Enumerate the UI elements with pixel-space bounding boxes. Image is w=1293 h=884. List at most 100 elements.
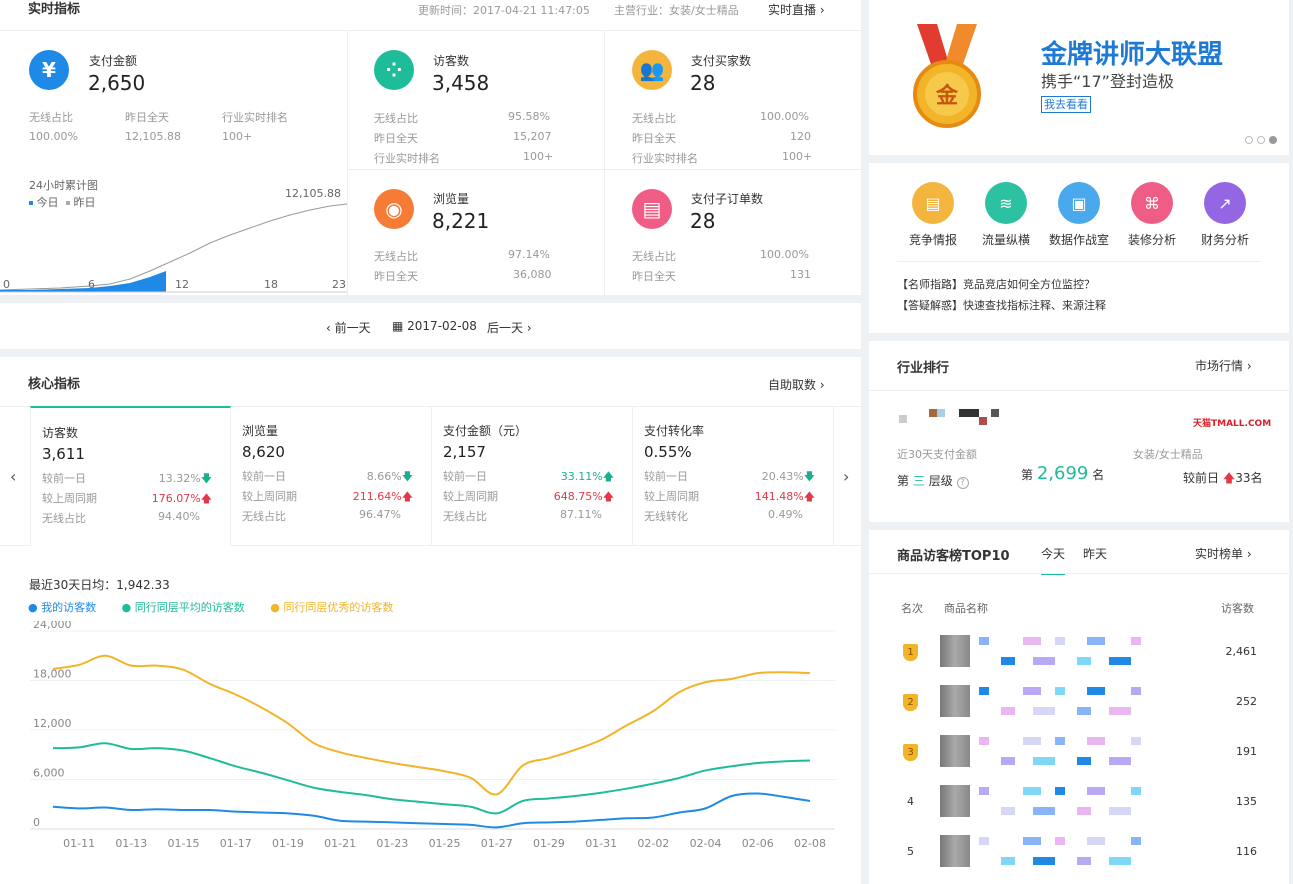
x-tick-label: 01-27 (481, 837, 513, 850)
col-name-header: 商品名称 (944, 602, 988, 615)
rank-number: 2 (907, 697, 914, 708)
blurred-title-block (1023, 687, 1041, 695)
chart24-tick-6: 6 (88, 278, 95, 291)
core-link[interactable]: 自助取数 › (768, 376, 825, 393)
help-icon[interactable]: ? (956, 477, 969, 489)
rank-title: 行业排行 (897, 361, 950, 376)
visits-value: 2,461 (1225, 645, 1258, 658)
carousel-dot-3[interactable] (1269, 136, 1277, 144)
core-panel: 核心指标 自助取数 › ‹ › 访客数 3,611 较前一日 13.32%🡇 较… (0, 357, 861, 884)
series-line-0[interactable] (52, 792, 811, 829)
table-row[interactable]: 4 135 (869, 777, 1289, 821)
blurred-title-block (1077, 657, 1091, 665)
carousel-next-button[interactable]: › (843, 467, 849, 486)
pay-m3-value: 100+ (222, 130, 253, 143)
core-card-label: 支付金额（元） (443, 424, 528, 438)
blurred-title-block (1109, 807, 1131, 815)
tool-item[interactable]: ▤ 竞争情报 (909, 182, 957, 258)
date-label: 2017-02-08 (407, 319, 477, 333)
blurred-title-block (1001, 857, 1015, 865)
blurred-title-block (1055, 787, 1065, 795)
rank-divider (869, 390, 1289, 391)
rank-badge-icon: 1 (903, 644, 918, 661)
tools-link-1[interactable]: 【名师指路】竞品竞店如何全方位监控？ (897, 276, 1095, 292)
tool-item[interactable]: ▣ 数据作战室 (1049, 182, 1109, 258)
core-card-r1-label: 较前一日 (644, 470, 688, 483)
table-row[interactable]: 2 252 (869, 677, 1289, 721)
rank-compare: 较前日 🡅33名 (1183, 469, 1262, 490)
blurred-title-block (1077, 707, 1091, 715)
realtime-rank-link[interactable]: 实时榜单 › (1195, 545, 1252, 562)
tool-item[interactable]: ≋ 流量纵横 (982, 182, 1030, 258)
orders-m2-value: 131 (790, 268, 811, 281)
x-tick-label: 01-21 (324, 837, 356, 850)
rank-number: 第 2,699 名 (1021, 463, 1104, 484)
core-card[interactable]: 支付转化率 0.55% 较前一日 20.43%🡇 较上周同期 141.48%🡅 … (633, 406, 834, 546)
live-link[interactable]: 实时直播 › (768, 1, 825, 18)
product-thumbnail (940, 785, 970, 817)
col-rank-header: 名次 (901, 602, 923, 615)
prev-day-button[interactable]: ‹ 前一天 (326, 319, 371, 336)
core-card-r2-label: 较上周同期 (443, 490, 498, 503)
legend-item-mine[interactable]: ● 我的访客数 (28, 601, 96, 614)
blurred-title-block (1131, 687, 1141, 695)
core-card-r1-label: 较前一日 (443, 470, 487, 483)
blurred-title-block (1087, 687, 1105, 695)
tab-today[interactable]: 今天 (1041, 545, 1066, 575)
table-row[interactable]: 5 116 (869, 827, 1289, 871)
next-day-button[interactable]: 后一天 › (487, 319, 532, 336)
carousel-dot-2[interactable] (1257, 136, 1265, 144)
core-card[interactable]: 浏览量 8,620 较前一日 8.66%🡇 较上周同期 211.64%🡅 无线占… (231, 406, 432, 546)
carousel-prev-button[interactable]: ‹ (10, 467, 16, 486)
core-card-value: 8,620 (242, 443, 285, 461)
blurred-title-block (979, 787, 989, 795)
table-row[interactable]: 3 191 (869, 727, 1289, 771)
core-card-r1-label: 较前一日 (242, 470, 286, 483)
table-row[interactable]: 1 2,461 (869, 627, 1289, 671)
tier-value: 三 (912, 474, 925, 488)
tools-link-2[interactable]: 【答疑解惑】快速查找指标注释、来源注释 (897, 297, 1106, 313)
x-tick-label: 01-19 (272, 837, 304, 850)
visitors-m3-value: 100+ (523, 150, 554, 163)
x-tick-label: 02-08 (794, 837, 826, 850)
series-line-1[interactable] (52, 742, 811, 815)
pay-m1-label: 无线占比 (29, 111, 73, 124)
core-card-r2-number: 648.75% (553, 490, 603, 503)
market-link[interactable]: 市场行情 › (1195, 357, 1252, 374)
chart24-tick-18: 18 (264, 278, 278, 291)
tab-yesterday[interactable]: 昨天 (1083, 545, 1107, 562)
core-card-label: 支付转化率 (644, 424, 705, 438)
rank-suffix: 名 (1092, 468, 1105, 482)
tmall-logo: 天猫TMALL.COM (1193, 419, 1272, 429)
market-link-label: 市场行情 (1195, 359, 1244, 373)
core-card[interactable]: 访客数 3,611 较前一日 13.32%🡇 较上周同期 176.07%🡅 无线… (30, 406, 231, 546)
carousel-dot-1[interactable] (1245, 136, 1253, 144)
core-card[interactable]: 支付金额（元） 2,157 较前一日 33.11%🡅 较上周同期 648.75%… (432, 406, 633, 546)
core-card-r2-value: 648.75%🡅 (554, 488, 614, 507)
chart24-tick-0: 0 (3, 278, 10, 291)
legend-item-top[interactable]: ● 同行同层优秀的访客数 (270, 601, 393, 614)
buyers-m1-value: 100.00% (760, 110, 809, 123)
arrow-up-icon: 🡅 (803, 490, 815, 503)
legend-item-avg[interactable]: ● 同行同层平均的访客数 (122, 601, 245, 614)
blurred-title-block (1023, 837, 1041, 845)
blurred-title-block (979, 637, 989, 645)
pv-label: 浏览量 (433, 192, 470, 206)
date-picker[interactable]: ▦ 2017-02-08 (392, 319, 477, 333)
tool-item[interactable]: ↗ 财务分析 (1201, 182, 1249, 258)
product-thumbnail (940, 735, 970, 767)
yen-icon: ¥ (29, 50, 69, 90)
tool-label: 装修分析 (1127, 233, 1176, 247)
blurred-title-block (1077, 757, 1091, 765)
legend-dot-icon: ● (270, 601, 280, 614)
rank-number: 5 (907, 845, 914, 858)
tool-item[interactable]: ⌘ 装修分析 (1128, 182, 1176, 258)
promo-banner: 金 金牌讲师大联盟 携手“17”登封造极 我去看看 (869, 0, 1289, 155)
core-link-label: 自助取数 (768, 378, 817, 392)
chevron-right-icon: › (1246, 547, 1252, 561)
blurred-title-block (1001, 707, 1015, 715)
legend-dot-icon: ● (121, 601, 132, 614)
live-link-label: 实时直播 (768, 3, 817, 17)
y-tick-label: 6,000 (33, 767, 65, 780)
promo-button[interactable]: 我去看看 (1041, 96, 1091, 113)
